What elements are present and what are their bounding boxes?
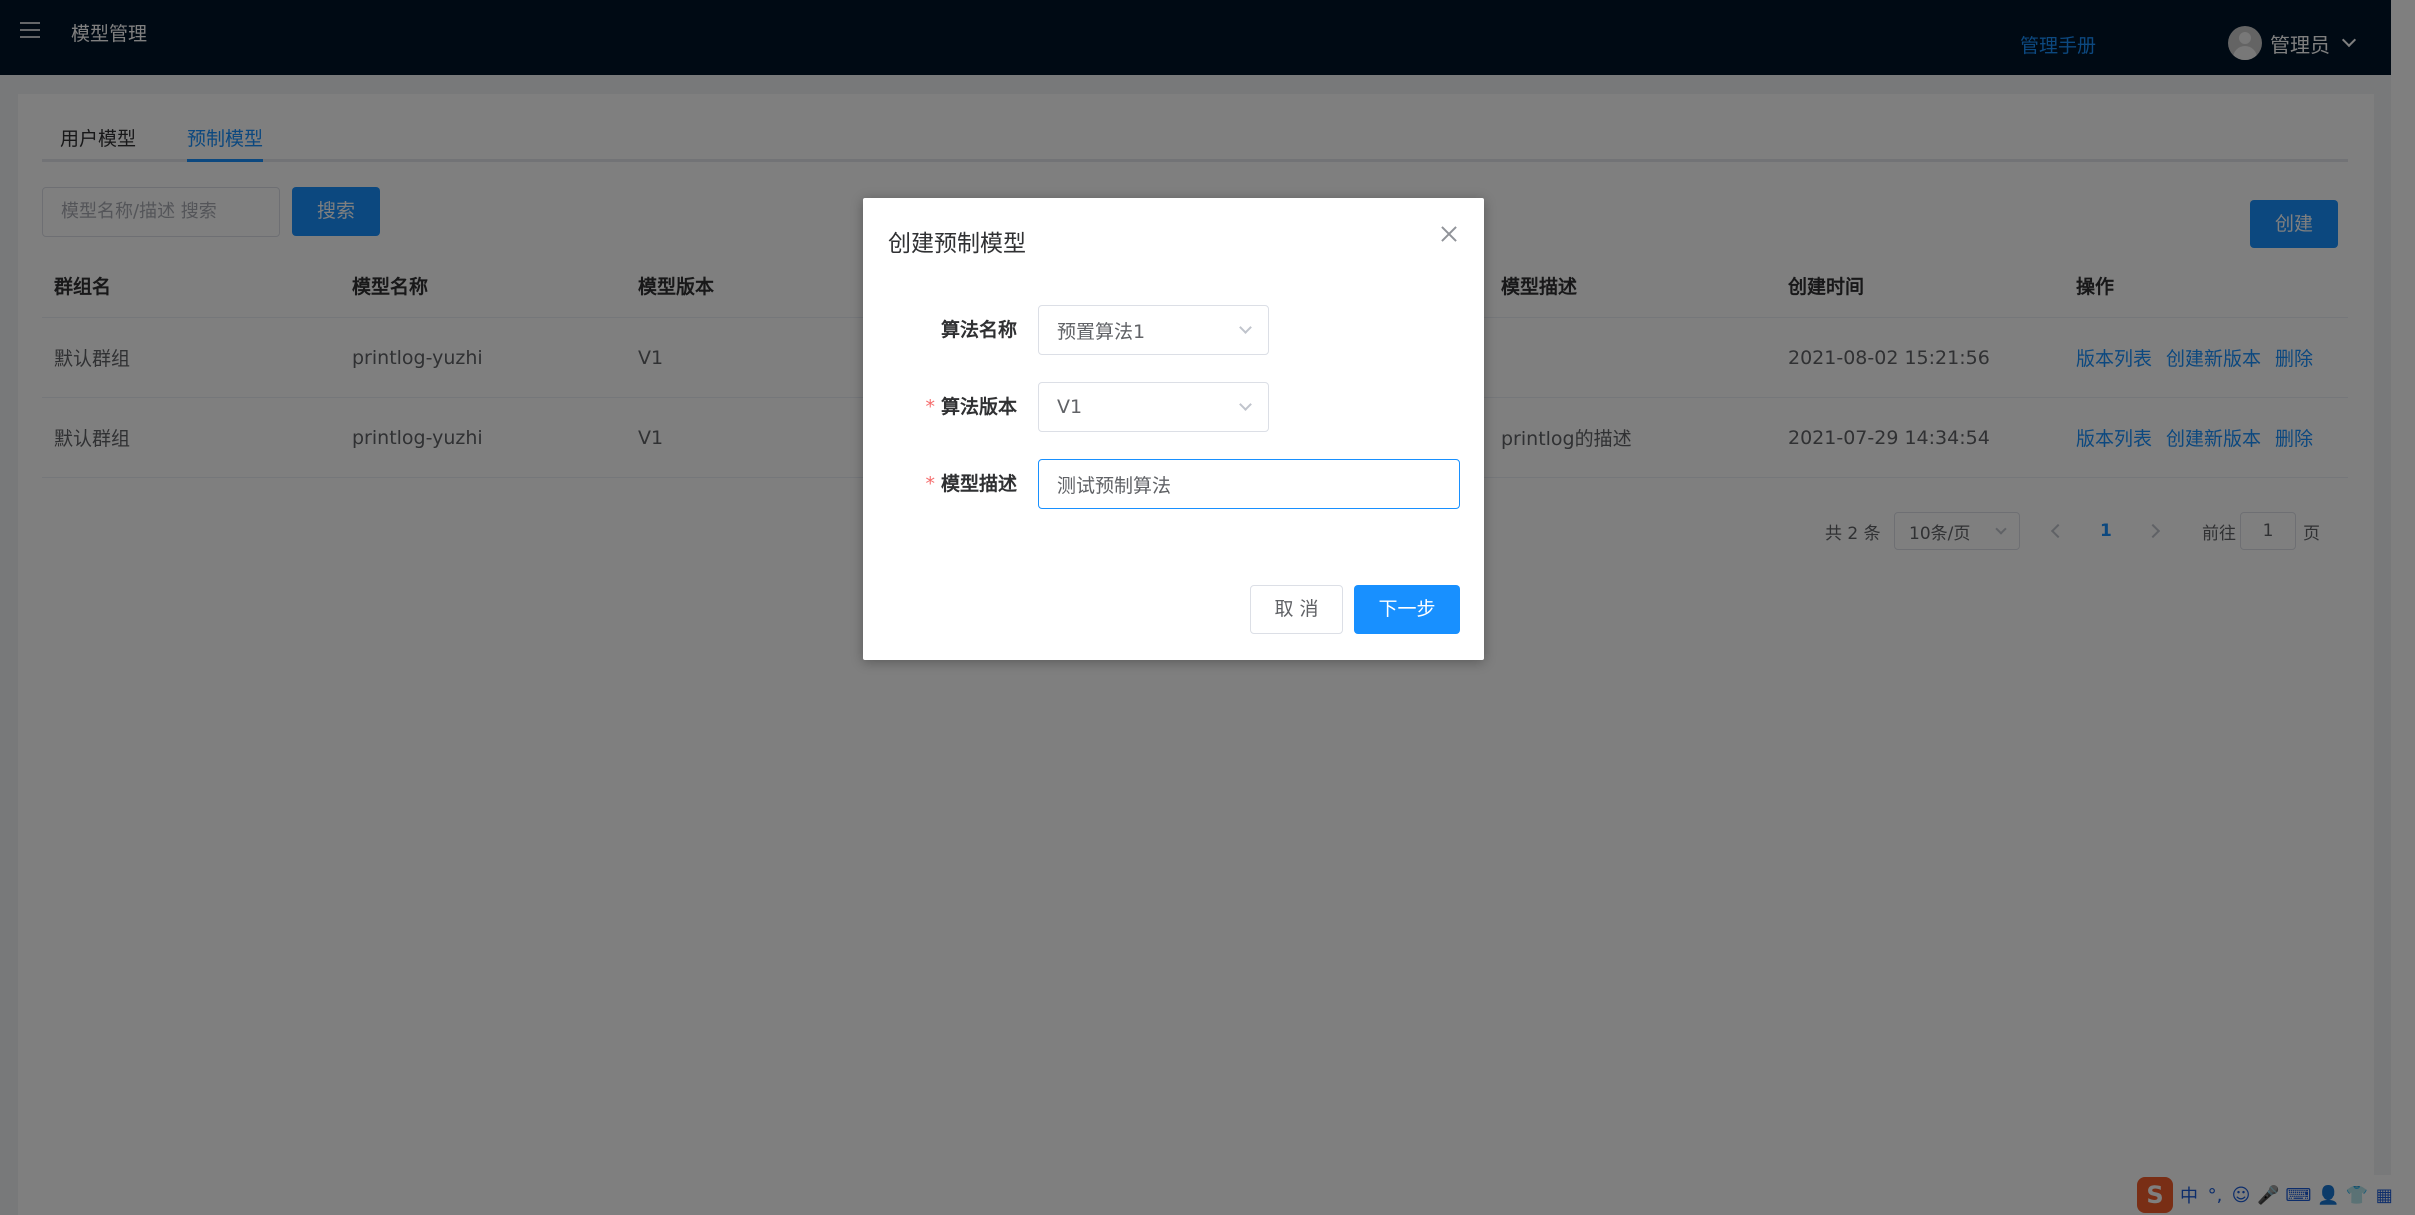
create-preset-model-dialog: 创建预制模型 算法名称 预置算法1 * 算法版本 V1 * 模型描述 测试预制算法 … xyxy=(863,198,1484,660)
chevron-down-icon xyxy=(1239,321,1252,334)
algorithm-name-select[interactable]: 预置算法1 xyxy=(1038,305,1269,355)
cancel-button[interactable]: 取 消 xyxy=(1250,585,1343,634)
algorithm-name-value: 预置算法1 xyxy=(1057,320,1146,343)
next-step-button[interactable]: 下一步 xyxy=(1354,585,1460,634)
algorithm-version-value: V1 xyxy=(1057,396,1083,418)
algorithm-version-label: * 算法版本 xyxy=(925,396,1017,418)
required-mark: * xyxy=(925,396,935,418)
dialog-title: 创建预制模型 xyxy=(888,231,1026,257)
chevron-down-icon xyxy=(1239,398,1252,411)
algorithm-name-label: 算法名称 xyxy=(940,319,1017,341)
model-description-input[interactable]: 测试预制算法 xyxy=(1038,459,1460,509)
form-row-algorithm-name: 算法名称 预置算法1 xyxy=(863,305,1484,355)
model-description-label: * 模型描述 xyxy=(925,473,1017,495)
required-mark: * xyxy=(925,473,935,495)
form-row-model-description: * 模型描述 测试预制算法 xyxy=(863,459,1484,509)
algorithm-version-select[interactable]: V1 xyxy=(1038,382,1269,432)
form-row-algorithm-version: * 算法版本 V1 xyxy=(863,382,1484,432)
close-icon[interactable] xyxy=(1441,226,1457,242)
